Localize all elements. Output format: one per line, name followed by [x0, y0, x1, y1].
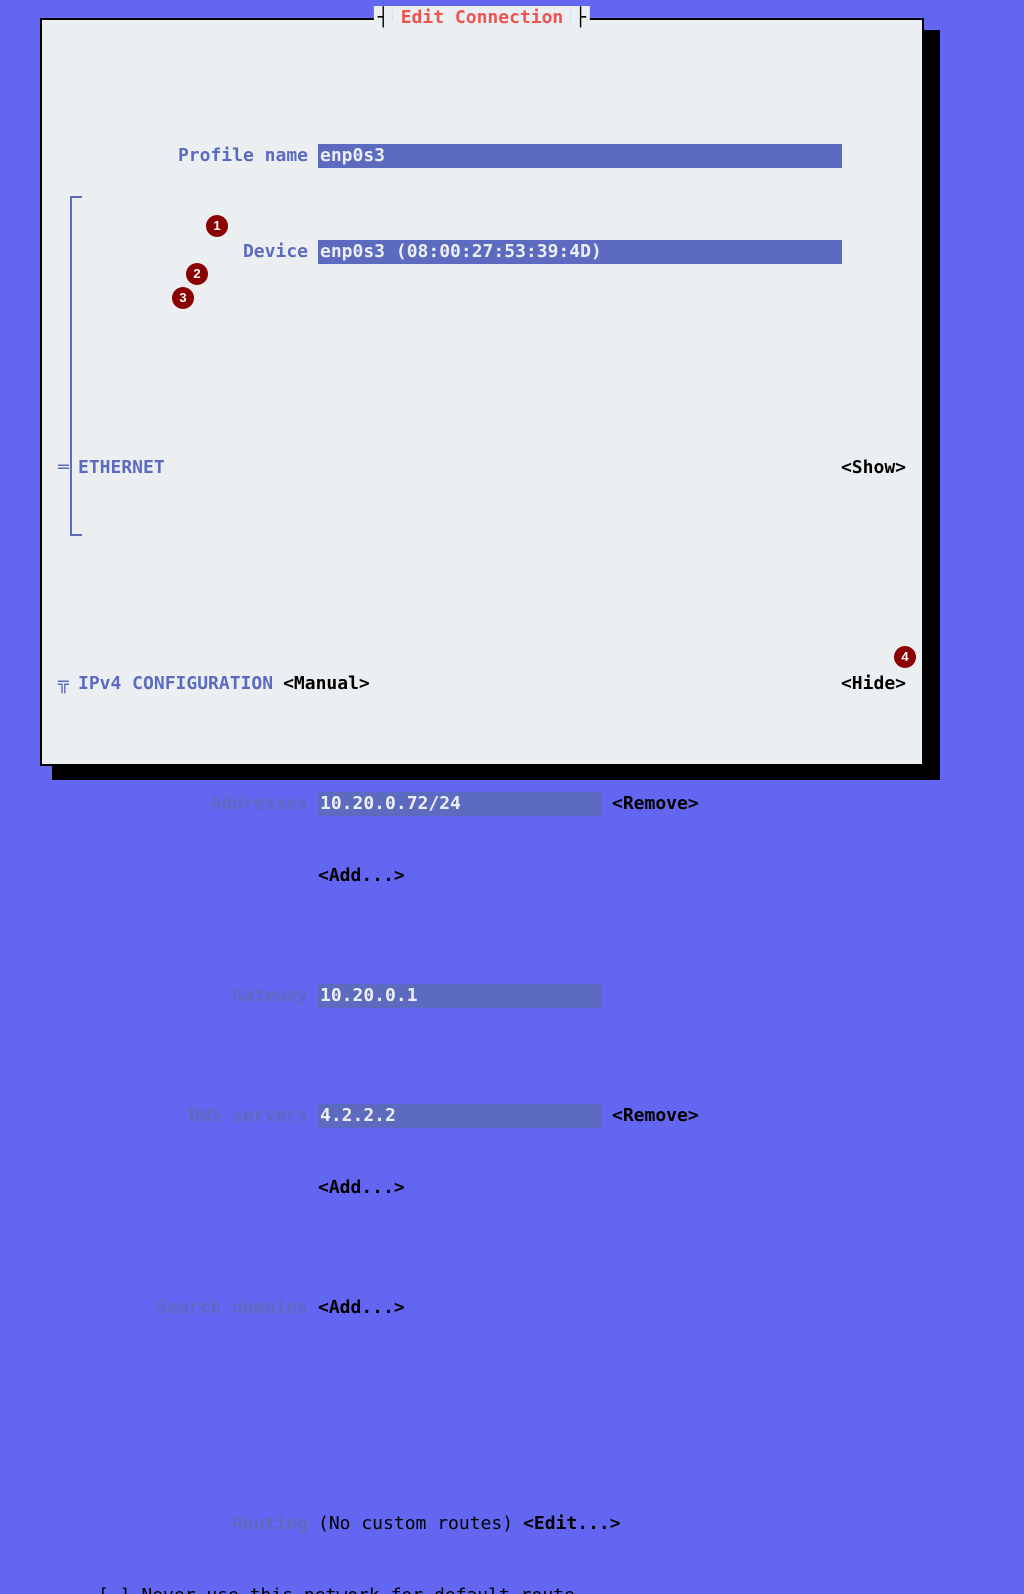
address-input[interactable]: 10.20.0.72/24	[318, 792, 602, 816]
dns-label: DNS servers	[58, 1104, 308, 1128]
routing-edit-button[interactable]: <Edit...>	[523, 1512, 621, 1536]
annotation-badge-1: 1	[206, 215, 228, 237]
ethernet-section-label: ETHERNET	[78, 456, 165, 480]
ethernet-show-button[interactable]: <Show>	[841, 456, 906, 480]
addresses-label: Addresses	[58, 792, 308, 816]
dialog-title: Edit Connection	[393, 6, 572, 30]
address-remove-button[interactable]: <Remove>	[612, 792, 699, 816]
ipv4-mode-select[interactable]: <Manual>	[283, 672, 370, 696]
gateway-label: Gateway	[58, 984, 308, 1008]
search-domains-label: Search domains	[58, 1296, 308, 1320]
dns-remove-button[interactable]: <Remove>	[612, 1104, 699, 1128]
routing-label: Routing	[58, 1512, 308, 1536]
ipv4-section-label: IPv4 CONFIGURATION	[78, 672, 273, 696]
profile-name-input[interactable]: enp0s3	[318, 144, 842, 168]
annotation-badge-4: 4	[894, 646, 916, 668]
annotation-badge-2: 2	[186, 263, 208, 285]
address-add-button[interactable]: <Add...>	[318, 864, 405, 888]
device-input[interactable]: enp0s3 (08:00:27:53:39:4D)	[318, 240, 842, 264]
annotation-badge-3: 3	[172, 287, 194, 309]
device-label: Device	[58, 240, 308, 264]
cb-never-default[interactable]: [ ] Never use this network for default r…	[98, 1584, 575, 1594]
profile-name-label: Profile name	[58, 144, 308, 168]
dns-add-button[interactable]: <Add...>	[318, 1176, 405, 1200]
edit-connection-dialog: ┤ Edit Connection ├ 1 2 3 4 Profile name…	[40, 18, 924, 766]
dns-input[interactable]: 4.2.2.2	[318, 1104, 602, 1128]
dialog-title-bar: ┤ Edit Connection ├	[374, 6, 590, 30]
search-domains-add-button[interactable]: <Add...>	[318, 1296, 405, 1320]
gateway-input[interactable]: 10.20.0.1	[318, 984, 602, 1008]
ipv4-hide-button[interactable]: <Hide>	[841, 672, 906, 696]
routing-value: (No custom routes)	[318, 1512, 513, 1536]
